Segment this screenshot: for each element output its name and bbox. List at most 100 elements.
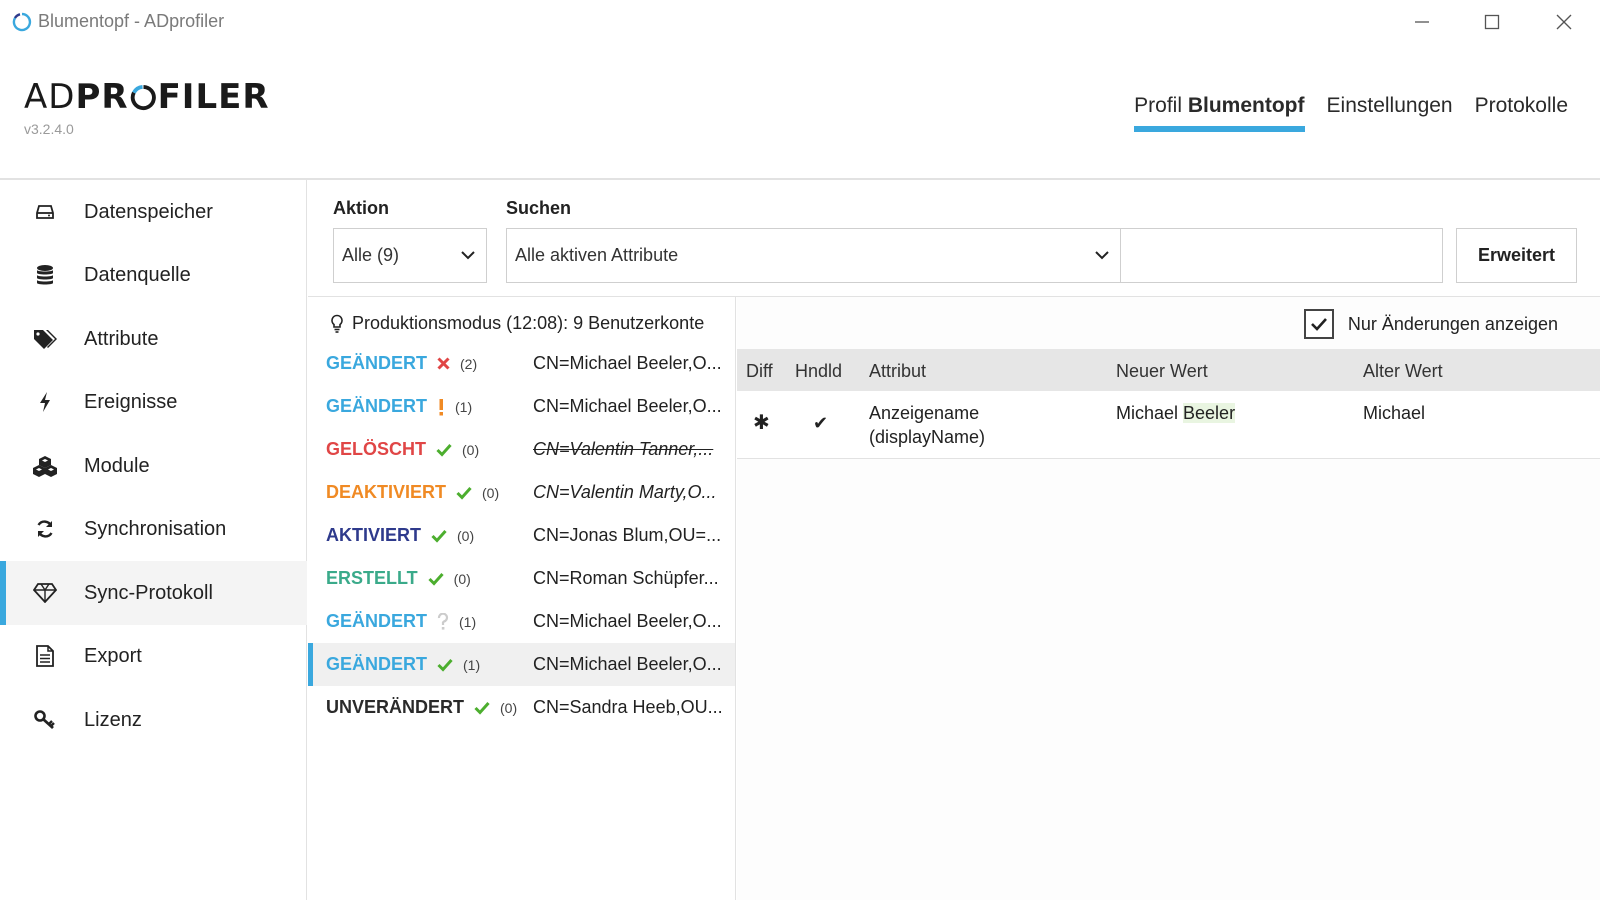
only-changes-checkbox[interactable]	[1303, 309, 1334, 339]
sidebar-item-attribute[interactable]: Attribute	[0, 307, 307, 371]
close-icon	[1556, 14, 1572, 30]
distinguished-name: CN=Valentin Tanner,...	[533, 439, 714, 459]
column-header-new-value[interactable]: Neuer Wert	[1116, 361, 1208, 382]
sidebar-item-datenquelle[interactable]: Datenquelle	[0, 243, 307, 307]
lightning-icon	[32, 389, 58, 415]
tab-logs[interactable]: Protokolle	[1475, 94, 1568, 128]
minimize-button[interactable]	[1399, 8, 1445, 36]
table-row[interactable]: ✱ ✔ Anzeigename (displayName) Michael Be…	[737, 391, 1600, 459]
sidebar-item-export[interactable]: Export	[0, 624, 307, 688]
sync-icon	[32, 516, 58, 542]
tab-profile-prefix: Profil	[1134, 94, 1188, 117]
list-item[interactable]: GEÄNDERT (2) CN=Michael Beeler,O...	[308, 342, 735, 385]
sidebar-item-synchronisation[interactable]: Synchronisation	[0, 497, 307, 561]
document-icon	[32, 643, 58, 669]
list-item[interactable]: GEÄNDERT (1) CN=Michael Beeler,O...	[308, 600, 735, 643]
distinguished-name: CN=Michael Beeler,O...	[533, 654, 722, 674]
list-item-status: ERSTELLT (0)	[326, 568, 471, 589]
change-count: (1)	[463, 656, 481, 673]
diamond-icon	[32, 580, 58, 606]
change-count: (1)	[459, 613, 477, 630]
search-input[interactable]	[1120, 228, 1443, 283]
sidebar: Datenspeicher Datenquelle Attribute Erei…	[0, 180, 307, 900]
sidebar-item-label: Datenquelle	[84, 263, 191, 286]
action-label: Aktion	[333, 198, 389, 218]
advanced-button[interactable]: Erweitert	[1456, 228, 1577, 283]
sidebar-item-ereignisse[interactable]: Ereignisse	[0, 370, 307, 434]
cubes-icon	[32, 453, 58, 479]
sidebar-item-label: Synchronisation	[84, 517, 227, 540]
top-navigation: Profil Blumentopf Einstellungen Protokol…	[1134, 94, 1568, 132]
exclamation-mark	[437, 398, 445, 416]
check-mark	[436, 443, 452, 457]
handled-check-icon: ✔	[813, 413, 829, 433]
search-label: Suchen	[506, 198, 572, 218]
action-dropdown[interactable]: Alle (9)	[333, 228, 487, 283]
change-count: (0)	[457, 527, 475, 544]
column-header-handled[interactable]: Hndld	[795, 361, 842, 382]
list-item[interactable]: AKTIVIERT (0) CN=Jonas Blum,OU=...	[308, 514, 735, 557]
column-header-old-value[interactable]: Alter Wert	[1363, 361, 1443, 382]
sidebar-item-module[interactable]: Module	[0, 434, 307, 498]
sidebar-item-lizenz[interactable]: Lizenz	[0, 688, 307, 752]
list-item[interactable]: GEÄNDERT (1) CN=Michael Beeler,O...	[308, 643, 735, 686]
question-icon	[437, 612, 449, 630]
list-item[interactable]: DEAKTIVIERT (0) CN=Valentin Marty,O...	[308, 471, 735, 514]
sidebar-item-label: Export	[84, 644, 142, 667]
diff-asterisk-icon: ✱	[753, 412, 770, 434]
logo-ring-icon	[130, 84, 156, 110]
list-item-status: DEAKTIVIERT (0)	[326, 482, 499, 503]
status-label: UNVERÄNDERT	[326, 697, 465, 717]
list-item[interactable]: GELÖSCHT (0) CN=Valentin Tanner,...	[308, 428, 735, 471]
list-item-status: GEÄNDERT (2)	[326, 353, 477, 374]
status-label: DEAKTIVIERT	[326, 482, 447, 502]
change-count: (0)	[453, 570, 471, 587]
distinguished-name: CN=Michael Beeler,O...	[533, 611, 722, 631]
change-count: (0)	[462, 441, 480, 458]
only-changes-label: Nur Änderungen anzeigen	[1347, 313, 1558, 334]
distinguished-name: CN=Roman Schüpfer...	[533, 568, 719, 588]
list-item[interactable]: ERSTELLT (0) CN=Roman Schüpfer...	[308, 557, 735, 600]
list-item[interactable]: UNVERÄNDERT (0) CN=Sandra Heeb,OU...	[308, 686, 735, 729]
table-header: Diff Hndld Attribut Neuer Wert Alter Wer…	[737, 349, 1600, 391]
sidebar-item-label: Ereignisse	[84, 390, 178, 413]
list-item-status: GEÄNDERT (1)	[326, 654, 480, 675]
sidebar-item-sync-protokoll[interactable]: Sync-Protokoll	[0, 561, 307, 625]
account-list-panel: Produktionsmodus (12:08): 9 Benutzerkont…	[308, 297, 736, 900]
production-mode-header: Produktionsmodus (12:08): 9 Benutzerkont…	[330, 313, 704, 334]
search-scope-dropdown[interactable]: Alle aktiven Attribute	[506, 228, 1121, 283]
attribute-cell: Anzeigename (displayName)	[869, 401, 985, 449]
brand-part-ad: AD	[24, 77, 76, 117]
status-label: GEÄNDERT	[326, 353, 428, 373]
status-label: GEÄNDERT	[326, 611, 428, 631]
check-icon	[456, 486, 472, 500]
tags-icon	[32, 326, 58, 352]
list-item-status: GEÄNDERT (1)	[326, 396, 472, 417]
column-header-attribute[interactable]: Attribut	[869, 361, 926, 382]
error-icon	[437, 357, 450, 370]
database-icon	[32, 262, 58, 288]
sidebar-item-label: Lizenz	[84, 708, 142, 731]
status-label: ERSTELLT	[326, 568, 418, 588]
action-dropdown-value: Alle (9)	[342, 245, 400, 265]
check-mark	[428, 572, 444, 586]
only-changes-toggle[interactable]: Nur Änderungen anzeigen	[1303, 309, 1558, 339]
close-button[interactable]	[1541, 8, 1587, 36]
sidebar-item-label: Sync-Protokoll	[84, 581, 213, 604]
window-title: Blumentopf - ADprofiler	[38, 11, 225, 31]
tab-settings[interactable]: Einstellungen	[1327, 94, 1453, 128]
check-mark	[456, 486, 472, 500]
list-item[interactable]: GEÄNDERT (1) CN=Michael Beeler,O...	[308, 385, 735, 428]
distinguished-name: CN=Michael Beeler,O...	[533, 353, 722, 373]
check-mark	[437, 658, 453, 672]
column-header-diff[interactable]: Diff	[746, 361, 773, 382]
sidebar-item-datenspeicher[interactable]: Datenspeicher	[0, 180, 307, 244]
production-mode-text: Produktionsmodus (12:08): 9 Benutzerkont…	[352, 313, 705, 333]
title-bar: Blumentopf - ADprofiler	[0, 0, 1600, 44]
brand-part-pr: PR	[75, 77, 129, 117]
app-icon	[12, 12, 32, 32]
distinguished-name: CN=Sandra Heeb,OU...	[533, 697, 723, 717]
status-label: GEÄNDERT	[326, 396, 428, 416]
tab-profile[interactable]: Profil Blumentopf	[1134, 94, 1305, 132]
maximize-button[interactable]	[1469, 8, 1515, 36]
